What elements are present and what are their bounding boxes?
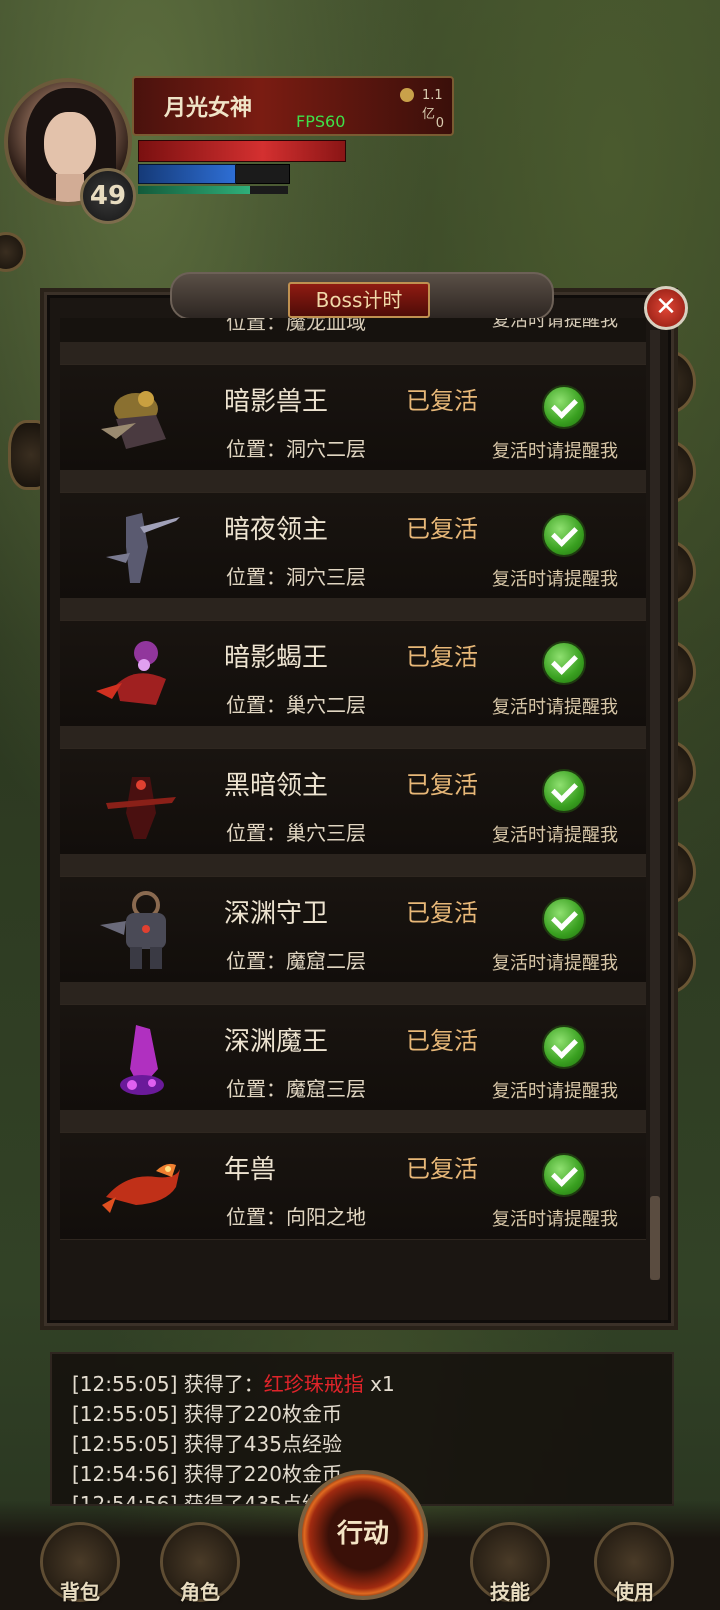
- list-item: 暗影蝎王 已复活 位置：巢穴二层 复活时请提醒我: [60, 620, 646, 728]
- level-badge: 49: [80, 168, 136, 224]
- currency-secondary: 0: [435, 116, 444, 131]
- remind-label: 复活时请提醒我: [492, 1209, 618, 1230]
- chat-text: 获得了220枚金币: [183, 1462, 342, 1486]
- boss-status: 已复活: [406, 771, 478, 799]
- action-button[interactable]: 行动: [298, 1470, 428, 1600]
- chat-item-name[interactable]: 红珍珠戒指: [264, 1372, 364, 1396]
- boss-portrait-icon: [101, 391, 166, 449]
- list-separator: [60, 982, 646, 1004]
- panel-title: Boss计时: [288, 282, 430, 318]
- remind-label: 复活时请提醒我: [492, 1081, 618, 1102]
- skills-label: 技能: [490, 1580, 530, 1604]
- boss-location: 位置：巢穴二层: [226, 693, 366, 717]
- chat-line: [12:55:05] 获得了：红珍珠戒指 x1: [72, 1368, 395, 1397]
- close-button[interactable]: ✕: [644, 286, 688, 330]
- partial-list-item: 位置：魔龙血域 复活时请提醒我: [60, 318, 646, 342]
- remind-label: 复活时请提醒我: [492, 569, 618, 590]
- list-separator: [60, 342, 646, 364]
- list-item: 深渊魔王 已复活 位置：魔窟三层 复活时请提醒我: [60, 1004, 646, 1112]
- boss-name: 深渊守卫: [224, 899, 329, 929]
- remind-label: 复活时请提醒我: [492, 441, 618, 462]
- chat-line: [12:55:05] 获得了435点经验: [72, 1428, 342, 1457]
- list-item: 暗影兽王 已复活 位置：洞穴二层 复活时请提醒我: [60, 364, 646, 472]
- list-separator: [60, 854, 646, 876]
- boss-name: 暗夜领主: [224, 515, 329, 545]
- boss-location: 位置：巢穴三层: [226, 821, 366, 845]
- boss-location: 位置：向阳之地: [226, 1205, 366, 1229]
- chat-line: [12:54:56] 获得了220枚金币: [72, 1458, 342, 1487]
- remind-checkbox[interactable]: [542, 641, 586, 685]
- boss-portrait-icon: [106, 777, 176, 839]
- scrollbar-track[interactable]: [650, 330, 660, 1280]
- player-hud: 月光女神 FPS60 1.1亿 0 49: [0, 70, 460, 224]
- boss-name: 暗影蝎王: [224, 643, 329, 673]
- chat-line: [12:55:05] 获得了220枚金币: [72, 1398, 342, 1427]
- remind-label: 复活时请提醒我: [492, 953, 618, 974]
- boss-status: 已复活: [406, 643, 478, 671]
- remind-checkbox[interactable]: [542, 1025, 586, 1069]
- remind-label: 复活时请提醒我: [492, 318, 618, 331]
- boss-portrait-icon: [100, 891, 166, 969]
- chat-time: [12:54:56]: [72, 1462, 178, 1486]
- remind-checkbox[interactable]: [542, 769, 586, 813]
- boss-name: 深渊魔王: [224, 1027, 329, 1057]
- fps-counter: FPS60: [296, 112, 346, 131]
- exp-bar: [138, 186, 250, 194]
- mp-bar: [138, 164, 236, 184]
- chat-text: 获得了220枚金币: [183, 1402, 342, 1426]
- list-separator: [60, 598, 646, 620]
- list-item: 深渊守卫 已复活 位置：魔窟二层 复活时请提醒我: [60, 876, 646, 984]
- boss-name: 黑暗领主: [224, 771, 329, 801]
- character-label: 角色: [180, 1580, 220, 1604]
- boss-status: 已复活: [406, 515, 478, 543]
- side-icon[interactable]: [0, 232, 26, 272]
- boss-location: 位置：魔窟三层: [226, 1077, 366, 1101]
- boss-location: 位置：魔窟二层: [226, 949, 366, 973]
- chat-text: 获得了435点经验: [183, 1432, 342, 1456]
- boss-status: 已复活: [406, 1027, 478, 1055]
- boss-portrait-icon: [120, 1025, 164, 1095]
- bag-label: 背包: [60, 1580, 100, 1604]
- boss-portrait-icon: [96, 641, 166, 705]
- boss-location: 位置：洞穴三层: [226, 565, 366, 589]
- remind-label: 复活时请提醒我: [492, 825, 618, 846]
- player-name-plate: 月光女神 FPS60 1.1亿 0: [132, 76, 454, 136]
- remind-checkbox[interactable]: [542, 1153, 586, 1197]
- boss-status: 已复活: [406, 387, 478, 415]
- boss-name: 暗影兽王: [224, 387, 329, 417]
- player-name: 月光女神: [164, 96, 253, 121]
- chat-text: 获得了：: [183, 1372, 264, 1396]
- chat-suffix: x1: [370, 1372, 395, 1396]
- boss-status: 已复活: [406, 899, 478, 927]
- remind-checkbox[interactable]: [542, 897, 586, 941]
- boss-location: 位置：洞穴二层: [226, 437, 366, 461]
- remind-checkbox[interactable]: [542, 385, 586, 429]
- list-item: 黑暗领主 已复活 位置：巢穴三层 复活时请提醒我: [60, 748, 646, 856]
- list-item: 暗夜领主 已复活 位置：洞穴三层 复活时请提醒我: [60, 492, 646, 600]
- boss-portrait-icon: [102, 1163, 180, 1213]
- boss-name: 年兽: [224, 1155, 277, 1185]
- boss-list[interactable]: 位置：魔龙血域 复活时请提醒我 暗影兽王 已复活 位置：洞穴二层 复活时请提醒我…: [60, 318, 646, 1284]
- list-item: 年兽 已复活 位置：向阳之地 复活时请提醒我: [60, 1132, 646, 1240]
- remind-checkbox[interactable]: [542, 513, 586, 557]
- chat-time: [12:55:05]: [72, 1372, 178, 1396]
- boss-status: 已复活: [406, 1155, 478, 1183]
- remind-label: 复活时请提醒我: [492, 697, 618, 718]
- list-separator: [60, 1110, 646, 1132]
- chat-time: [12:55:05]: [72, 1432, 178, 1456]
- hp-bar: [138, 140, 346, 162]
- list-separator: [60, 470, 646, 492]
- scrollbar-thumb[interactable]: [650, 1196, 660, 1280]
- boss-location: 位置：魔龙血域: [226, 318, 366, 334]
- coin-icon: [400, 88, 414, 102]
- use-label: 使用: [614, 1580, 654, 1604]
- list-separator: [60, 726, 646, 748]
- chat-time: [12:55:05]: [72, 1402, 178, 1426]
- boss-portrait-icon: [106, 513, 180, 583]
